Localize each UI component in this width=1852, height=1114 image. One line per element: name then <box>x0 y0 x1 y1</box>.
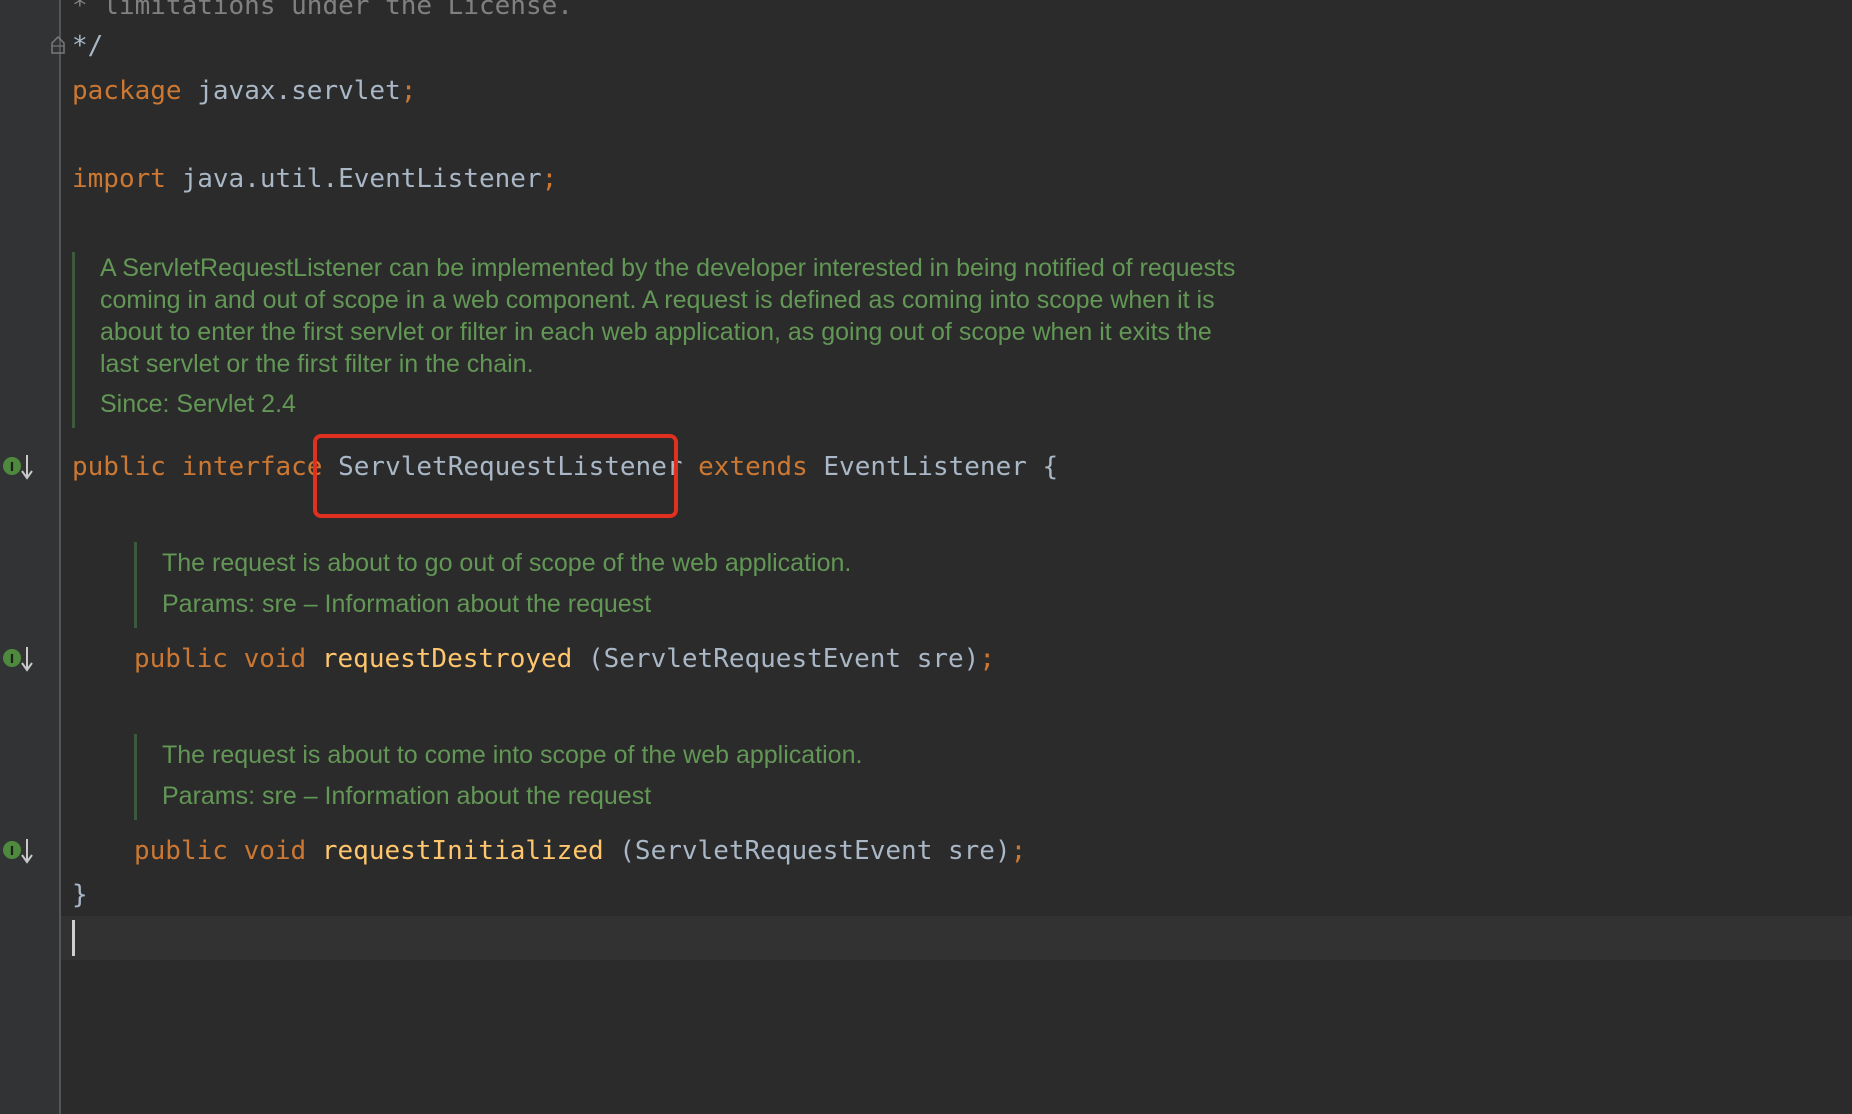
doc-text: The request is about to go out of scope … <box>162 549 852 577</box>
void-keyword: void <box>243 836 307 866</box>
close-brace: } <box>72 880 88 910</box>
doc-line: about to enter the first servlet or filt… <box>100 318 1212 346</box>
svg-text:I: I <box>10 460 14 474</box>
fold-marker-icon[interactable] <box>50 36 66 54</box>
doc-params: Params: sre – Information about the requ… <box>162 590 652 618</box>
import-name: java.util.EventListener <box>181 164 542 194</box>
svg-text:I: I <box>10 652 14 666</box>
parent-interface-name[interactable]: EventListener <box>823 452 1027 482</box>
method-name[interactable]: requestDestroyed <box>322 644 572 674</box>
semicolon: ; <box>541 164 558 194</box>
package-line: package javax.servlet; <box>72 71 416 111</box>
method-params: (ServletRequestEvent sre) <box>619 836 1011 866</box>
public-keyword: public <box>134 644 228 674</box>
semicolon: ; <box>979 644 995 674</box>
current-line-highlight <box>61 916 1852 960</box>
package-name: javax.servlet <box>197 76 401 106</box>
import-line: import java.util.EventListener; <box>72 159 557 199</box>
comment-line: * limitations under the License. <box>72 0 573 21</box>
implemented-interface-icon[interactable]: I <box>2 452 34 482</box>
method-doc-block: The request is about to go out of scope … <box>134 542 851 628</box>
interface-keyword: interface <box>181 452 323 482</box>
doc-line: coming in and out of scope in a web comp… <box>100 286 1215 314</box>
method-name[interactable]: requestInitialized <box>322 836 604 866</box>
extends-keyword: extends <box>698 452 808 482</box>
doc-params: Params: sre – Information about the requ… <box>162 782 652 810</box>
doc-line: A ServletRequestListener can be implemen… <box>100 254 1236 282</box>
method-doc-block: The request is about to come into scope … <box>134 734 862 820</box>
import-keyword: import <box>72 164 166 194</box>
void-keyword: void <box>243 644 307 674</box>
public-keyword: public <box>72 452 166 482</box>
doc-since: Since: Servlet 2.4 <box>100 390 296 418</box>
open-brace: { <box>1042 452 1059 482</box>
method-params: (ServletRequestEvent sre) <box>587 644 980 674</box>
editor-gutter <box>0 0 61 1114</box>
implemented-method-icon[interactable]: I <box>2 644 34 674</box>
text-caret[interactable] <box>72 920 75 956</box>
doc-text: The request is about to come into scope … <box>162 741 863 769</box>
package-keyword: package <box>72 76 182 106</box>
method-request-initialized: public void requestInitialized (ServletR… <box>134 831 1026 871</box>
semicolon: ; <box>400 76 417 106</box>
highlight-box <box>313 434 678 518</box>
public-keyword: public <box>134 836 228 866</box>
doc-line: last servlet or the first filter in the … <box>100 350 534 378</box>
svg-text:I: I <box>10 844 14 858</box>
method-request-destroyed: public void requestDestroyed (ServletReq… <box>134 639 995 679</box>
class-doc-block: A ServletRequestListener can be implemen… <box>72 252 1235 428</box>
semicolon: ; <box>1010 836 1027 866</box>
implemented-method-icon[interactable]: I <box>2 836 34 866</box>
comment-end-line: */ <box>72 31 104 61</box>
